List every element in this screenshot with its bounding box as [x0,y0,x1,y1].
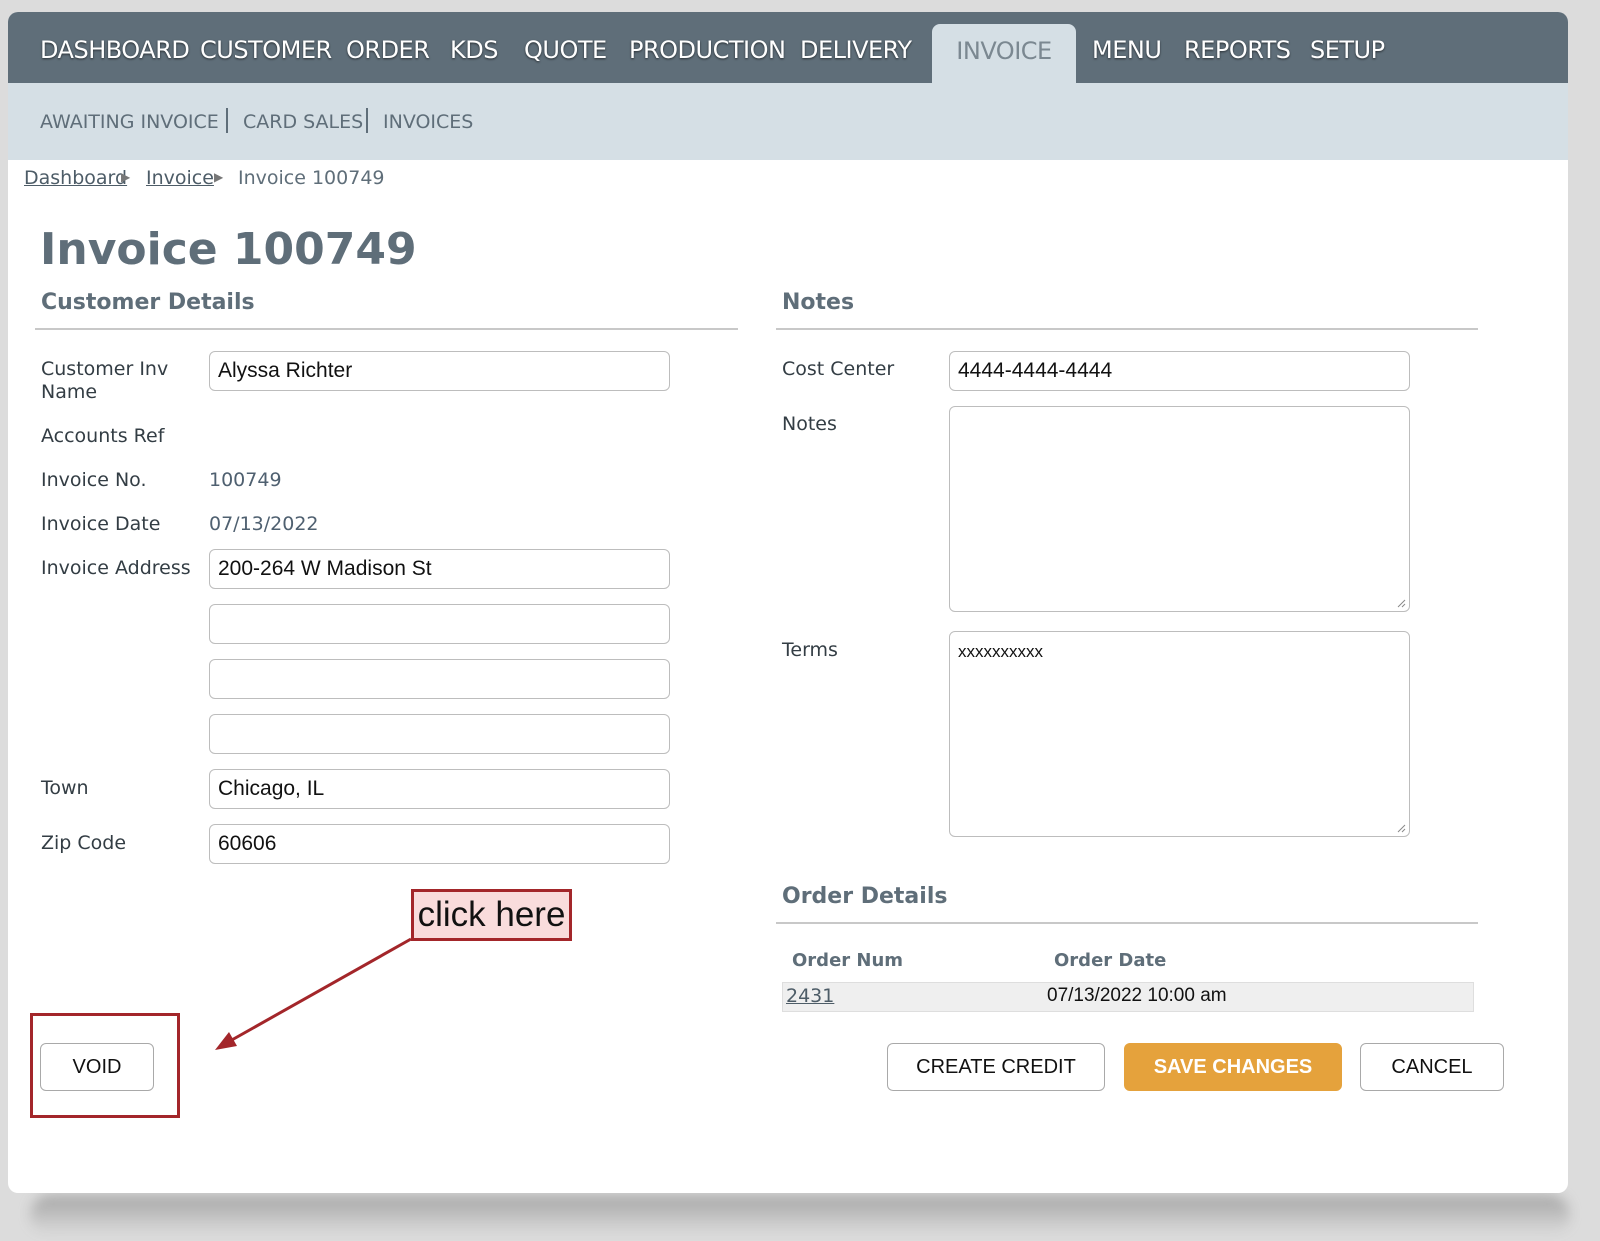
annotation-arrow-icon [215,937,412,1050]
